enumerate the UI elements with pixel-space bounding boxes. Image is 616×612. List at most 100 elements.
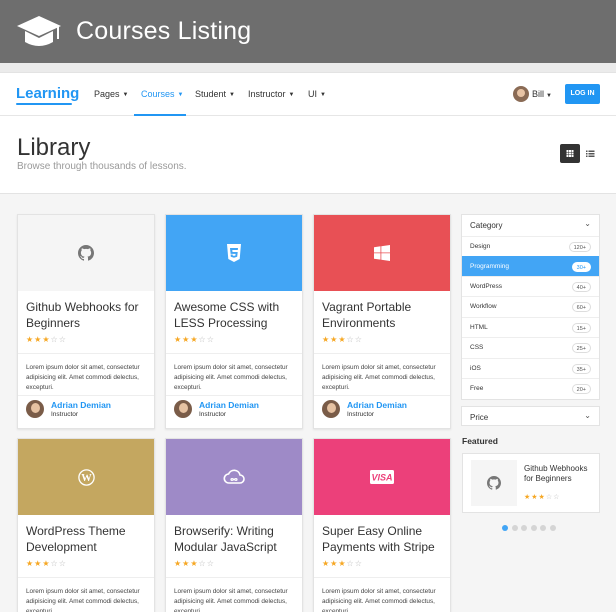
carousel-dot[interactable] (502, 525, 508, 531)
course-card[interactable]: Awesome CSS with LESS Processing ★★★☆☆ L… (165, 214, 303, 429)
featured-card[interactable]: Github Webhooks for Beginners ★★★☆☆ (462, 453, 600, 513)
category-item[interactable]: Design 120+ (462, 236, 599, 256)
count-badge: 120+ (568, 242, 591, 252)
carousel-dots (502, 525, 556, 531)
grid-icon (566, 150, 574, 157)
carousel-dot[interactable] (549, 525, 556, 531)
page-header: Library Browse through thousands of less… (0, 116, 616, 194)
svg-text:W: W (81, 473, 92, 484)
category-item[interactable]: HTML 15+ (462, 317, 599, 337)
nav-instructor[interactable]: Instructor ▼ (248, 89, 294, 99)
category-item[interactable]: CSS 25+ (462, 337, 599, 357)
price-panel[interactable]: Price ⌄ (461, 406, 600, 426)
divider (166, 395, 302, 396)
divider (166, 353, 302, 354)
course-image (314, 215, 450, 291)
grid-view-button[interactable] (560, 144, 580, 163)
instructor-role: Instructor (199, 411, 227, 418)
github-icon (78, 245, 94, 261)
divider (18, 353, 154, 354)
carousel-dot[interactable] (540, 525, 546, 531)
count-badge: 30+ (571, 262, 591, 272)
featured-course-title[interactable]: Github Webhooks for Beginners (524, 464, 594, 483)
category-item[interactable]: WordPress 40+ (462, 276, 599, 296)
price-title: Price (470, 413, 489, 422)
caret-down-icon: ▼ (177, 92, 184, 98)
instructor-avatar (322, 400, 340, 418)
course-card[interactable]: Github Webhooks for Beginners ★★★☆☆ Lore… (17, 214, 155, 429)
rating-stars: ★★★☆☆ (26, 335, 67, 344)
login-button[interactable]: LOG IN (565, 84, 600, 104)
course-card[interactable]: Browserify: Writing Modular JavaScript ★… (165, 438, 303, 612)
course-title[interactable]: WordPress Theme Development (26, 523, 150, 555)
rating-stars: ★★★☆☆ (26, 559, 67, 568)
logo-underline (16, 103, 72, 105)
page-subtitle: Browse through thousands of lessons. (17, 161, 187, 172)
category-item[interactable]: iOS 35+ (462, 358, 599, 378)
divider (18, 577, 154, 578)
course-description: Lorem ipsum dolor sit amet, consectetur … (174, 364, 288, 391)
divider (166, 577, 302, 578)
count-badge: 15+ (571, 323, 591, 333)
count-badge: 60+ (571, 302, 591, 312)
course-image (166, 439, 302, 515)
rating-stars: ★★★☆☆ (174, 335, 215, 344)
course-title[interactable]: Github Webhooks for Beginners (26, 299, 150, 331)
course-description: Lorem ipsum dolor sit amet, consectetur … (26, 588, 140, 612)
carousel-dot[interactable] (511, 525, 518, 531)
carousel-dot[interactable] (530, 525, 537, 531)
course-card[interactable]: VISA Super Easy Online Payments with Str… (313, 438, 451, 612)
user-avatar[interactable] (513, 86, 529, 102)
svg-text:VISA: VISA (371, 473, 392, 483)
course-image: W (18, 439, 154, 515)
instructor-role: Instructor (347, 411, 375, 418)
nav-student[interactable]: Student ▼ (195, 89, 235, 99)
category-item[interactable]: Workflow 60+ (462, 296, 599, 316)
category-header[interactable]: Category ⌄ (462, 215, 599, 236)
course-title[interactable]: Super Easy Online Payments with Stripe (322, 523, 446, 555)
count-badge: 20+ (571, 384, 591, 394)
css3-icon (227, 244, 241, 262)
user-menu[interactable]: Bill ▼ (532, 89, 552, 99)
category-item-active[interactable]: Programming 30+ (462, 256, 599, 276)
chevron-down-icon: ⌄ (584, 219, 591, 228)
course-card[interactable]: Vagrant Portable Environments ★★★☆☆ Lore… (313, 214, 451, 429)
visa-icon: VISA (370, 470, 394, 484)
banner-title: Courses Listing (76, 17, 252, 45)
instructor-name[interactable]: Adrian Demian (347, 400, 407, 410)
count-badge: 40+ (571, 282, 591, 292)
course-title[interactable]: Vagrant Portable Environments (322, 299, 446, 331)
windows-icon (374, 245, 390, 261)
chevron-down-icon: ⌄ (584, 411, 591, 420)
caret-down-icon: ▼ (288, 92, 295, 98)
logo[interactable]: Learning (16, 85, 79, 102)
banner: Courses Listing (0, 0, 616, 63)
count-badge: 35+ (571, 364, 591, 374)
nav-pages[interactable]: Pages ▼ (94, 89, 128, 99)
caret-down-icon: ▼ (546, 93, 552, 99)
instructor-name[interactable]: Adrian Demian (51, 400, 111, 410)
featured-title: Featured (462, 436, 498, 446)
course-title[interactable]: Browserify: Writing Modular JavaScript (174, 523, 298, 555)
rating-stars: ★★★☆☆ (322, 335, 363, 344)
caret-down-icon: ▼ (122, 92, 129, 98)
carousel-dot[interactable] (521, 525, 527, 531)
list-icon (586, 150, 595, 157)
page-title: Library (17, 134, 91, 161)
course-description: Lorem ipsum dolor sit amet, consectetur … (26, 364, 140, 391)
nav-courses[interactable]: Courses ▼ (141, 89, 183, 99)
course-title[interactable]: Awesome CSS with LESS Processing (174, 299, 298, 331)
caret-down-icon: ▼ (229, 92, 235, 98)
course-image: VISA (314, 439, 450, 515)
category-item[interactable]: Free 20+ (462, 378, 599, 398)
divider (18, 395, 154, 396)
nav-ui[interactable]: UI ▼ (308, 89, 326, 99)
course-description: Lorem ipsum dolor sit amet, consectetur … (174, 588, 288, 612)
list-view-button[interactable] (580, 144, 600, 163)
rating-stars: ★★★☆☆ (174, 559, 215, 568)
course-description: Lorem ipsum dolor sit amet, consectetur … (322, 588, 436, 612)
divider (314, 353, 450, 354)
graduation-cap-icon (17, 16, 61, 46)
instructor-name[interactable]: Adrian Demian (199, 400, 259, 410)
course-card[interactable]: W WordPress Theme Development ★★★☆☆ Lore… (17, 438, 155, 612)
